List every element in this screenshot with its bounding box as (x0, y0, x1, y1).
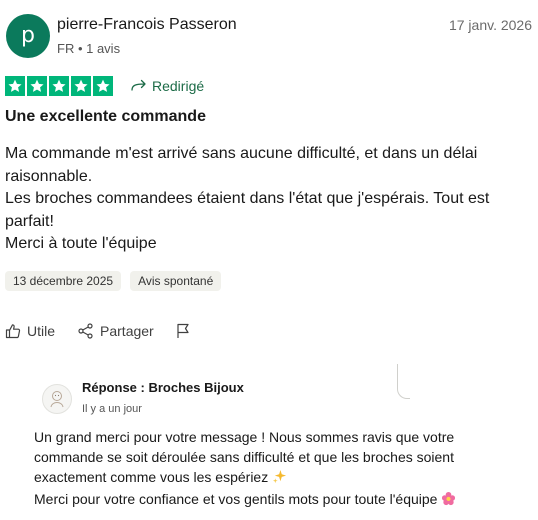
author-meta: FR • 1 avis (57, 41, 121, 56)
redirect-badge[interactable]: Redirigé (131, 78, 204, 94)
avatar[interactable]: p (6, 14, 50, 58)
experience-date-tag: 13 décembre 2025 (5, 271, 122, 291)
reply-text-line: Merci pour votre confiance et vos gentil… (34, 489, 514, 511)
reply-text-line: Un grand merci pour votre message ! Nous… (34, 427, 514, 489)
review-card: p pierre-Francois Passeron FR • 1 avis 1… (0, 0, 538, 520)
reply-connector (397, 364, 410, 399)
star-icon (27, 76, 47, 96)
star-icon (5, 76, 25, 96)
star-rating (5, 76, 113, 96)
review-type-tag[interactable]: Avis spontané (130, 271, 222, 291)
report-button[interactable] (176, 323, 190, 339)
author-name[interactable]: pierre-Francois Passeron (57, 16, 237, 34)
thumbs-up-icon (5, 323, 21, 339)
review-header: p pierre-Francois Passeron FR • 1 avis 1… (6, 11, 534, 59)
star-icon (49, 76, 69, 96)
review-text-line: Les broches commandees étaient dans l'ét… (5, 190, 490, 230)
review-text-line: Ma commande m'est arrivé sans aucune dif… (5, 145, 478, 185)
rating-row: Redirigé (5, 76, 204, 96)
review-text-line: Merci à toute l'équipe (5, 235, 157, 252)
flag-icon (176, 323, 190, 339)
reply-text: Un grand merci pour votre message ! Nous… (34, 427, 514, 511)
share-label: Partager (100, 323, 154, 339)
review-title: Une excellente commande (5, 108, 206, 125)
reply-time: Il y a un jour (82, 403, 142, 415)
star-icon (71, 76, 91, 96)
review-actions: Utile Partager (5, 320, 212, 342)
share-button[interactable]: Partager (77, 323, 154, 339)
share-icon (77, 323, 94, 339)
review-date: 17 janv. 2026 (448, 17, 532, 33)
review-tags: 13 décembre 2025 Avis spontané (5, 271, 222, 291)
redirect-label: Redirigé (152, 78, 205, 94)
star-icon (93, 76, 113, 96)
useful-label: Utile (27, 323, 56, 339)
reply-author: Réponse : Broches Bijoux (82, 380, 244, 395)
company-logo[interactable] (42, 384, 72, 414)
useful-button[interactable]: Utile (5, 323, 55, 339)
flower-icon (441, 491, 456, 511)
review-text: Ma commande m'est arrivé sans aucune dif… (5, 143, 515, 256)
sparkles-icon (272, 469, 287, 489)
redirect-arrow-icon (131, 79, 147, 93)
